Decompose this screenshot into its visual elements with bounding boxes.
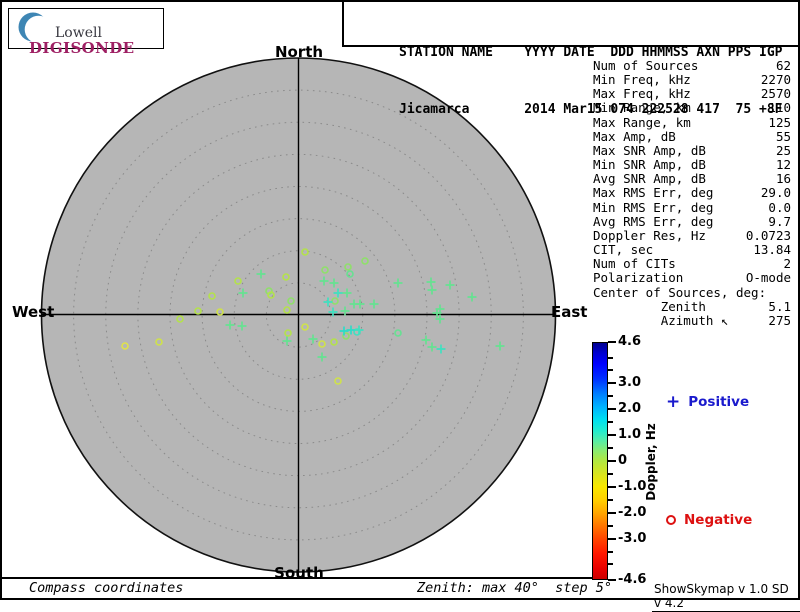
footer-zenith-scale: Zenith: max 40° step 5° [417, 580, 613, 596]
colorbar-tick-label: -1.0 [618, 478, 647, 494]
footer-coordinate-system: Compass coordinates [29, 580, 184, 596]
info-row: Max Amp, dB 55 [593, 128, 791, 144]
colorbar-major-tick [608, 382, 616, 385]
info-row: Polarization O-mode [593, 270, 791, 286]
colorbar-minor-tick [608, 421, 613, 424]
header-divider-vertical [342, 2, 344, 46]
colorbar-tick-label: 1.0 [618, 427, 642, 443]
colorbar-major-tick [608, 341, 616, 343]
colorbar-axis-label: Doppler, Hz [644, 423, 658, 501]
legend-positive-label: Positive [688, 394, 750, 410]
compass-label-north: North [274, 43, 324, 61]
colorbar-minor-tick [608, 356, 613, 359]
colorbar: 4.6 3.0 2.0 1.0 0 -1.0 -2.0 -3.0 -4.6 [592, 334, 646, 587]
info-row: Center of Sources, deg: [593, 284, 767, 300]
info-row: Avg RMS Err, deg 9.7 [593, 213, 791, 229]
compass-label-south: South [274, 564, 324, 582]
colorbar-tick-label: -2.0 [618, 504, 647, 520]
legend-negative-label: Negative [684, 512, 753, 528]
colorbar-minor-tick [608, 550, 613, 553]
colorbar-tick-label: 2.0 [618, 401, 642, 417]
logo-text-digisonde: DIGISONDE [29, 39, 135, 57]
info-row: Min RMS Err, deg 0.0 [593, 199, 791, 215]
colorbar-tick-label: 4.6 [618, 334, 642, 349]
colorbar-minor-tick [608, 524, 613, 527]
footer-version: ShowSkymap v 1.0 SD v 4.2 [652, 582, 800, 612]
colorbar-tick-label: 3.0 [618, 375, 642, 391]
lowell-digisonde-logo: Lowell DIGISONDE [8, 8, 164, 57]
info-row: Azimuth ↖ 275 [593, 312, 791, 328]
colorbar-major-tick [608, 434, 616, 437]
info-row: Min Freq, kHz 2270 [593, 72, 791, 88]
compass-label-west: West [12, 303, 55, 321]
colorbar-minor-tick [608, 472, 613, 475]
colorbar-tick-label: -4.6 [618, 572, 647, 587]
info-row: Avg SNR Amp, dB 16 [593, 171, 791, 187]
legend-negative: Negative [666, 512, 752, 528]
colorbar-minor-tick [608, 498, 613, 501]
colorbar-minor-tick [608, 563, 613, 566]
info-row: Doppler Res, Hz 0.0723 [593, 227, 791, 243]
positive-marker-icon: + [666, 391, 681, 412]
colorbar-minor-tick [608, 369, 613, 372]
colorbar-major-tick [608, 485, 616, 488]
colorbar-minor-tick [608, 395, 613, 398]
colorbar-tick-label: 0 [618, 453, 628, 468]
colorbar-major-tick [608, 537, 616, 540]
info-row: Min SNR Amp, dB 12 [593, 157, 791, 173]
info-row: Max RMS Err, deg 29.0 [593, 185, 791, 201]
info-row: Max Range, km 125 [593, 114, 791, 130]
colorbar-minor-tick [608, 447, 613, 450]
negative-marker-icon [666, 515, 676, 525]
legend-positive: + Positive [666, 391, 750, 412]
info-row: Max Freq, kHz 2570 [593, 86, 791, 102]
colorbar-tick-label: -3.0 [618, 530, 647, 546]
compass-label-east: East [551, 303, 588, 321]
colorbar-major-tick [608, 460, 616, 462]
info-row: Zenith 5.1 [593, 298, 791, 314]
colorbar-gradient [592, 342, 608, 580]
info-row: Num of CITs 2 [593, 256, 791, 272]
info-row: CIT, sec 13.84 [593, 242, 791, 258]
colorbar-major-tick [608, 511, 616, 514]
info-row: Num of Sources 62 [593, 58, 791, 73]
info-row: Max SNR Amp, dB 25 [593, 142, 791, 158]
info-row: Min Range, km 110 [593, 100, 791, 116]
info-panel: Num of Sources 62 Min Freq, kHz 2270 Max Fre… [593, 58, 791, 328]
colorbar-major-tick [608, 408, 616, 411]
